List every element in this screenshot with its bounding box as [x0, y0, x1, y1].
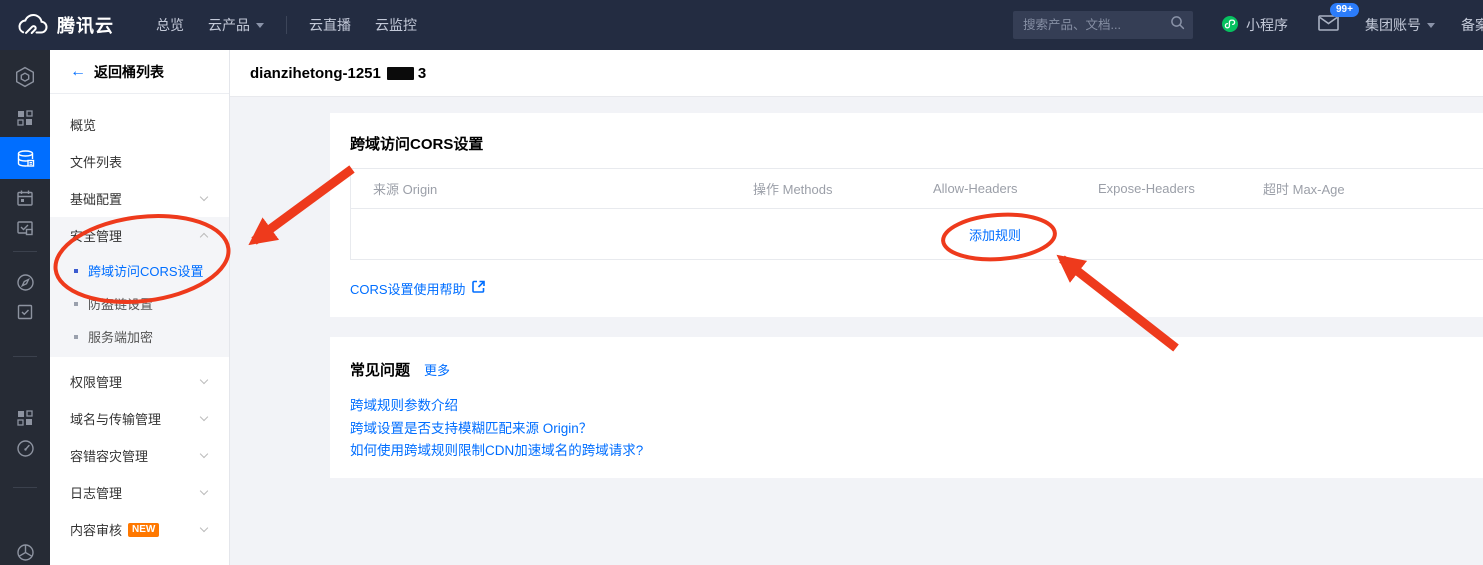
faq-more-link[interactable]: 更多: [424, 360, 450, 379]
sidebar-menu: 概览 文件列表 基础配置 安全管理 跨域访问CORS设置 防盗链设置 服务端加密…: [50, 94, 229, 565]
cors-help-row: CORS设置使用帮助: [350, 279, 1483, 298]
speedometer-icon[interactable]: [0, 428, 50, 468]
chevron-down-icon: [200, 413, 208, 421]
sphere-icon[interactable]: [0, 532, 50, 565]
cors-empty-row: 添加规则: [351, 209, 1483, 259]
sidebar-item-file-list[interactable]: 文件列表: [50, 143, 229, 180]
cos-storage-icon[interactable]: [0, 137, 50, 179]
bullet-icon: [74, 335, 78, 339]
sidebar-item-hotlink-protection[interactable]: 防盗链设置: [50, 287, 229, 320]
cors-help-link[interactable]: CORS设置使用帮助: [350, 279, 466, 298]
sidebar-item-security[interactable]: 安全管理: [50, 217, 229, 254]
rail-divider: [13, 487, 37, 488]
faq-links: 跨域规则参数介绍 跨域设置是否支持模糊匹配来源 Origin？ 如何使用跨域规则…: [350, 395, 1483, 463]
chevron-down-icon: [200, 524, 208, 532]
rail-divider: [13, 356, 37, 357]
sidebar-item-cors-settings[interactable]: 跨域访问CORS设置: [50, 254, 229, 287]
miniprogram-icon: [1221, 15, 1239, 36]
sidebar-item-domain-transfer[interactable]: 域名与传输管理: [50, 400, 229, 437]
media-check-icon[interactable]: [0, 208, 50, 248]
task-checkbox-icon[interactable]: [0, 292, 50, 332]
service-icon-rail: [0, 50, 50, 565]
chevron-down-icon: [256, 23, 264, 28]
beian-entry[interactable]: 备案: [1461, 15, 1483, 35]
faq-card: 常见问题 更多 跨域规则参数介绍 跨域设置是否支持模糊匹配来源 Origin？ …: [330, 337, 1483, 478]
sidebar-item-permissions[interactable]: 权限管理: [50, 363, 229, 400]
sidebar-item-content-review[interactable]: 内容审核NEW: [50, 511, 229, 548]
search-box[interactable]: [1013, 11, 1193, 39]
sidebar-item-fault-tolerance[interactable]: 容错容灾管理: [50, 437, 229, 474]
faq-card-title: 常见问题: [350, 359, 410, 380]
tencent-cloud-logo[interactable]: 腾讯云: [16, 12, 114, 38]
back-to-bucket-list[interactable]: ← 返回桶列表: [50, 50, 229, 94]
chevron-down-icon: [1427, 23, 1435, 28]
messages-entry[interactable]: 99+: [1318, 15, 1339, 36]
sidebar-item-server-encryption[interactable]: 服务端加密: [50, 320, 229, 357]
account-menu[interactable]: 集团账号: [1365, 15, 1435, 35]
column-expose-headers: Expose-Headers: [1076, 181, 1241, 196]
nav-live[interactable]: 云直播: [309, 15, 351, 35]
cors-settings-card: 跨域访问CORS设置 来源 Origin 操作 Methods Allow-He…: [330, 113, 1483, 317]
cors-rules-table: 来源 Origin 操作 Methods Allow-Headers Expos…: [350, 168, 1483, 260]
search-input[interactable]: [1023, 18, 1170, 32]
topbar: 腾讯云 总览 云产品 云直播 云监控: [0, 0, 1483, 50]
security-group: 安全管理 跨域访问CORS设置 防盗链设置 服务端加密: [50, 217, 229, 357]
chevron-down-icon: [200, 193, 208, 201]
cors-table-header: 来源 Origin 操作 Methods Allow-Headers Expos…: [351, 169, 1483, 209]
page-header: dianzihetong-1251 3: [230, 50, 1483, 97]
bucket-title: dianzihetong-1251 3: [250, 65, 426, 82]
console-products-icon[interactable]: [0, 58, 50, 96]
add-rule-button[interactable]: 添加规则: [969, 225, 1021, 244]
column-max-age: 超时 Max-Age: [1241, 179, 1483, 198]
new-badge: NEW: [128, 523, 159, 537]
tencent-cloud-console: 腾讯云 总览 云产品 云直播 云监控: [0, 0, 1483, 565]
sidebar-item-log-management[interactable]: 日志管理: [50, 474, 229, 511]
rail-divider: [13, 251, 37, 252]
bullet-icon: [74, 269, 78, 273]
back-arrow-icon: ←: [70, 63, 86, 81]
chevron-down-icon: [200, 376, 208, 384]
nav-monitor[interactable]: 云监控: [375, 15, 417, 35]
redaction-box: [387, 67, 414, 80]
column-methods: 操作 Methods: [731, 179, 911, 198]
miniprogram-entry[interactable]: 小程序: [1221, 15, 1288, 36]
faq-link-fuzzy-origin[interactable]: 跨域设置是否支持模糊匹配来源 Origin？: [350, 418, 1483, 441]
faq-link-cdn-restrict[interactable]: 如何使用跨域规则限制CDN加速域名的跨域请求?: [350, 440, 1483, 463]
chevron-down-icon: [200, 450, 208, 458]
nav-overview[interactable]: 总览: [156, 15, 184, 35]
faq-link-cors-params[interactable]: 跨域规则参数介绍: [350, 395, 1483, 418]
brand-name: 腾讯云: [57, 12, 114, 38]
chevron-up-icon: [200, 233, 208, 241]
mail-envelope-icon: [1318, 18, 1339, 35]
sidebar-item-overview[interactable]: 概览: [50, 106, 229, 143]
cors-card-title: 跨域访问CORS设置: [350, 133, 1483, 154]
sidebar-item-basic-config[interactable]: 基础配置: [50, 180, 229, 217]
unread-count-badge: 99+: [1330, 3, 1359, 17]
top-navigation: 总览 云产品 云直播 云监控: [144, 15, 429, 35]
sidebar-item-data-processing[interactable]: 数据处理: [50, 548, 229, 565]
column-allow-headers: Allow-Headers: [911, 181, 1076, 196]
nav-divider: [286, 16, 287, 34]
external-link-icon: [472, 280, 485, 298]
dashboard-grid-icon[interactable]: [0, 98, 50, 138]
bullet-icon: [74, 302, 78, 306]
topbar-right: 小程序 99+ 集团账号 备案: [1013, 0, 1483, 50]
nav-products[interactable]: 云产品: [208, 15, 264, 35]
column-origin: 来源 Origin: [351, 179, 731, 198]
bucket-sidebar: ← 返回桶列表 概览 文件列表 基础配置 安全管理 跨域访问CORS设置 防盗链…: [50, 50, 230, 565]
search-icon[interactable]: [1170, 15, 1185, 35]
chevron-down-icon: [200, 487, 208, 495]
cloud-logo-icon: [16, 13, 48, 37]
